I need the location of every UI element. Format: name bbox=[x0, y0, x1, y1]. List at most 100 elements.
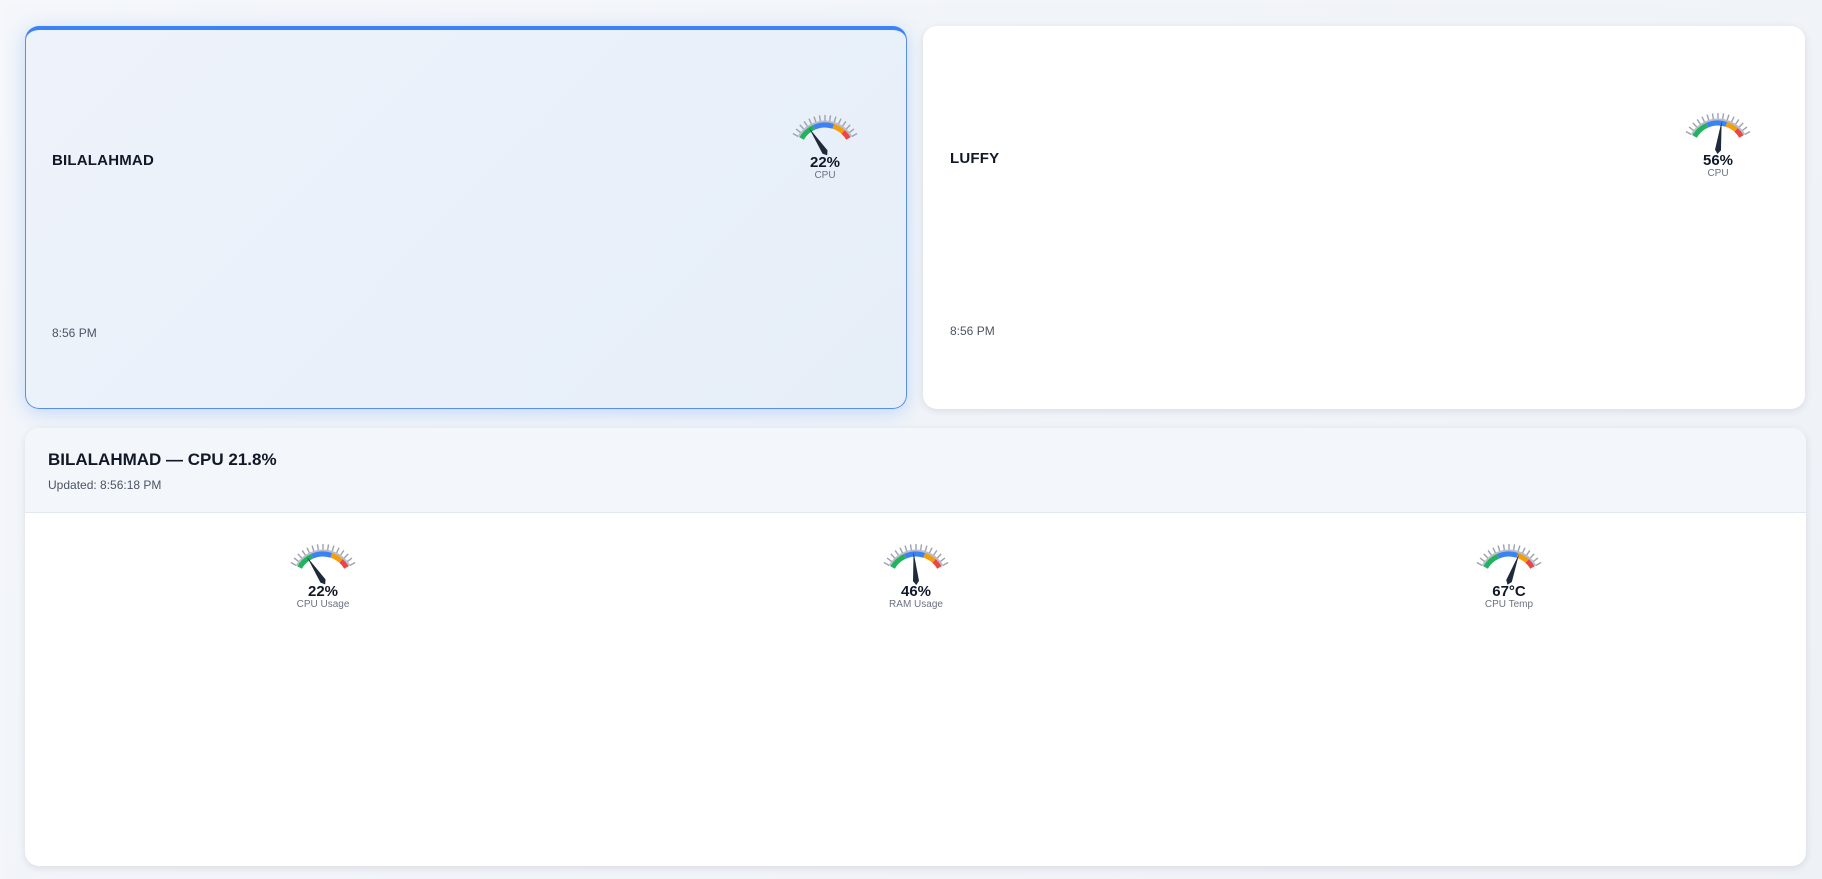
gauge-tick bbox=[795, 128, 802, 134]
machine-card-bilalahmad[interactable]: BILALAHMAD 22% CPU 8:56 PM bbox=[25, 26, 907, 409]
gauge-zone bbox=[1497, 551, 1519, 559]
gauge-tick bbox=[1512, 544, 1516, 551]
gauge-tick bbox=[290, 561, 297, 567]
gauge-tick bbox=[942, 561, 949, 567]
gauge-tick bbox=[1692, 122, 1698, 128]
gauge-tick bbox=[339, 550, 345, 556]
gauge-tick bbox=[297, 553, 303, 559]
gauge-tick bbox=[1479, 557, 1486, 563]
gauge-tick bbox=[928, 547, 933, 554]
gauge-label: CPU Usage bbox=[296, 599, 350, 610]
gauge-tick bbox=[808, 118, 813, 125]
gauge-needle bbox=[306, 556, 326, 585]
gauge-tick bbox=[939, 557, 946, 563]
gauge-tick bbox=[346, 557, 353, 563]
gauge-tick bbox=[890, 553, 896, 559]
machine-name: LUFFY bbox=[950, 150, 1000, 167]
gauge-needle bbox=[1506, 553, 1520, 585]
gauge-tick bbox=[343, 553, 349, 559]
gauge-tick bbox=[828, 115, 832, 122]
machine-time: 8:56 PM bbox=[52, 326, 97, 340]
gauge-tick bbox=[331, 545, 335, 552]
machine-card-luffy[interactable]: LUFFY 56% CPU 8:56 PM bbox=[923, 26, 1805, 409]
gauge-tick bbox=[924, 545, 928, 552]
gauge-tick bbox=[1741, 126, 1748, 132]
gauge-value: 56% bbox=[1702, 152, 1734, 169]
gauge-tick bbox=[1701, 116, 1706, 123]
gauge-tick bbox=[932, 550, 938, 556]
gauge-tick bbox=[311, 545, 315, 552]
cpu-usage-gauge: 22% CPU Usage bbox=[278, 535, 368, 610]
gauge-tick bbox=[1730, 116, 1735, 123]
gauge-tick bbox=[1744, 130, 1751, 136]
gauge-tick bbox=[293, 557, 300, 563]
gauge-needle bbox=[913, 552, 919, 585]
gauge-tick bbox=[899, 547, 904, 554]
gauge-tick bbox=[1492, 547, 1497, 554]
machine-detail-panel: BILALAHMAD — CPU 21.8% Updated: 8:56:18 … bbox=[25, 428, 1806, 866]
gauge-value: 22% bbox=[809, 154, 841, 171]
gauge-tick bbox=[833, 116, 837, 123]
gauge-tick bbox=[904, 545, 908, 552]
gauge-tick bbox=[803, 121, 809, 127]
gauge-tick bbox=[1685, 130, 1692, 136]
gauge-tick bbox=[349, 561, 356, 567]
machine-time: 8:56 PM bbox=[950, 324, 995, 338]
gauge-tick bbox=[851, 132, 858, 138]
gauge-tick bbox=[818, 115, 822, 122]
cpu-temp-gauge: 67°C CPU Temp bbox=[1464, 535, 1554, 610]
gauge-tick bbox=[1696, 119, 1702, 125]
ram-usage-gauge: 46% RAM Usage bbox=[871, 535, 961, 610]
gauge-tick bbox=[1738, 122, 1744, 128]
gauge-tick bbox=[301, 550, 307, 556]
gauge-tick bbox=[1532, 557, 1539, 563]
gauge-tick bbox=[1721, 113, 1725, 120]
gauge-tick bbox=[1525, 550, 1531, 556]
gauge-tick bbox=[1517, 545, 1521, 552]
gauge-tick bbox=[1521, 547, 1526, 554]
gauge-tick bbox=[1535, 561, 1542, 567]
gauge-tick bbox=[792, 132, 799, 138]
gauge-zone bbox=[813, 122, 835, 130]
gauge-tick bbox=[813, 116, 817, 123]
gauge-tick bbox=[799, 124, 805, 130]
gauge-tick bbox=[1502, 544, 1506, 551]
gauge-tick bbox=[841, 121, 847, 127]
gauge-label: CPU bbox=[814, 170, 836, 181]
gauge-tick bbox=[936, 553, 942, 559]
gauge-value: 22% bbox=[307, 583, 339, 600]
gauge-tick bbox=[1487, 550, 1493, 556]
gauge-tick bbox=[919, 544, 923, 551]
gauge-needle bbox=[1715, 121, 1722, 154]
gauge-value: 67°C bbox=[1492, 583, 1526, 600]
detail-header: BILALAHMAD — CPU 21.8% Updated: 8:56:18 … bbox=[25, 428, 1806, 513]
gauge-needle bbox=[808, 127, 828, 156]
gauge-zone bbox=[311, 551, 333, 559]
cpu-gauge: 56% CPU bbox=[1673, 104, 1763, 179]
gauge-tick bbox=[845, 124, 851, 130]
gauge-tick bbox=[886, 557, 893, 563]
detail-updated-time: Updated: 8:56:18 PM bbox=[48, 478, 162, 492]
gauge-tick bbox=[894, 550, 900, 556]
detail-title: BILALAHMAD — CPU 21.8% bbox=[48, 450, 277, 469]
gauge-tick bbox=[1476, 561, 1483, 567]
gauge-tick bbox=[1726, 114, 1730, 121]
gauge-tick bbox=[1734, 119, 1740, 125]
gauge-tick bbox=[306, 547, 311, 554]
gauge-label: CPU Temp bbox=[1484, 599, 1534, 610]
gauge-tick bbox=[1497, 545, 1501, 552]
gauge-label: CPU bbox=[1707, 168, 1729, 179]
gauge-tick bbox=[909, 544, 913, 551]
gauge-tick bbox=[883, 561, 890, 567]
gauge-tick bbox=[1483, 553, 1489, 559]
gauge-tick bbox=[335, 547, 340, 554]
gauge-tick bbox=[326, 544, 330, 551]
gauge-tick bbox=[1711, 113, 1715, 120]
gauge-tick bbox=[1706, 114, 1710, 121]
gauge-label: RAM Usage bbox=[889, 599, 943, 610]
gauge-tick bbox=[1529, 553, 1535, 559]
gauge-tick bbox=[848, 128, 855, 134]
gauge-value: 46% bbox=[900, 583, 932, 600]
gauge-zone bbox=[1706, 120, 1728, 128]
gauge-tick bbox=[316, 544, 320, 551]
